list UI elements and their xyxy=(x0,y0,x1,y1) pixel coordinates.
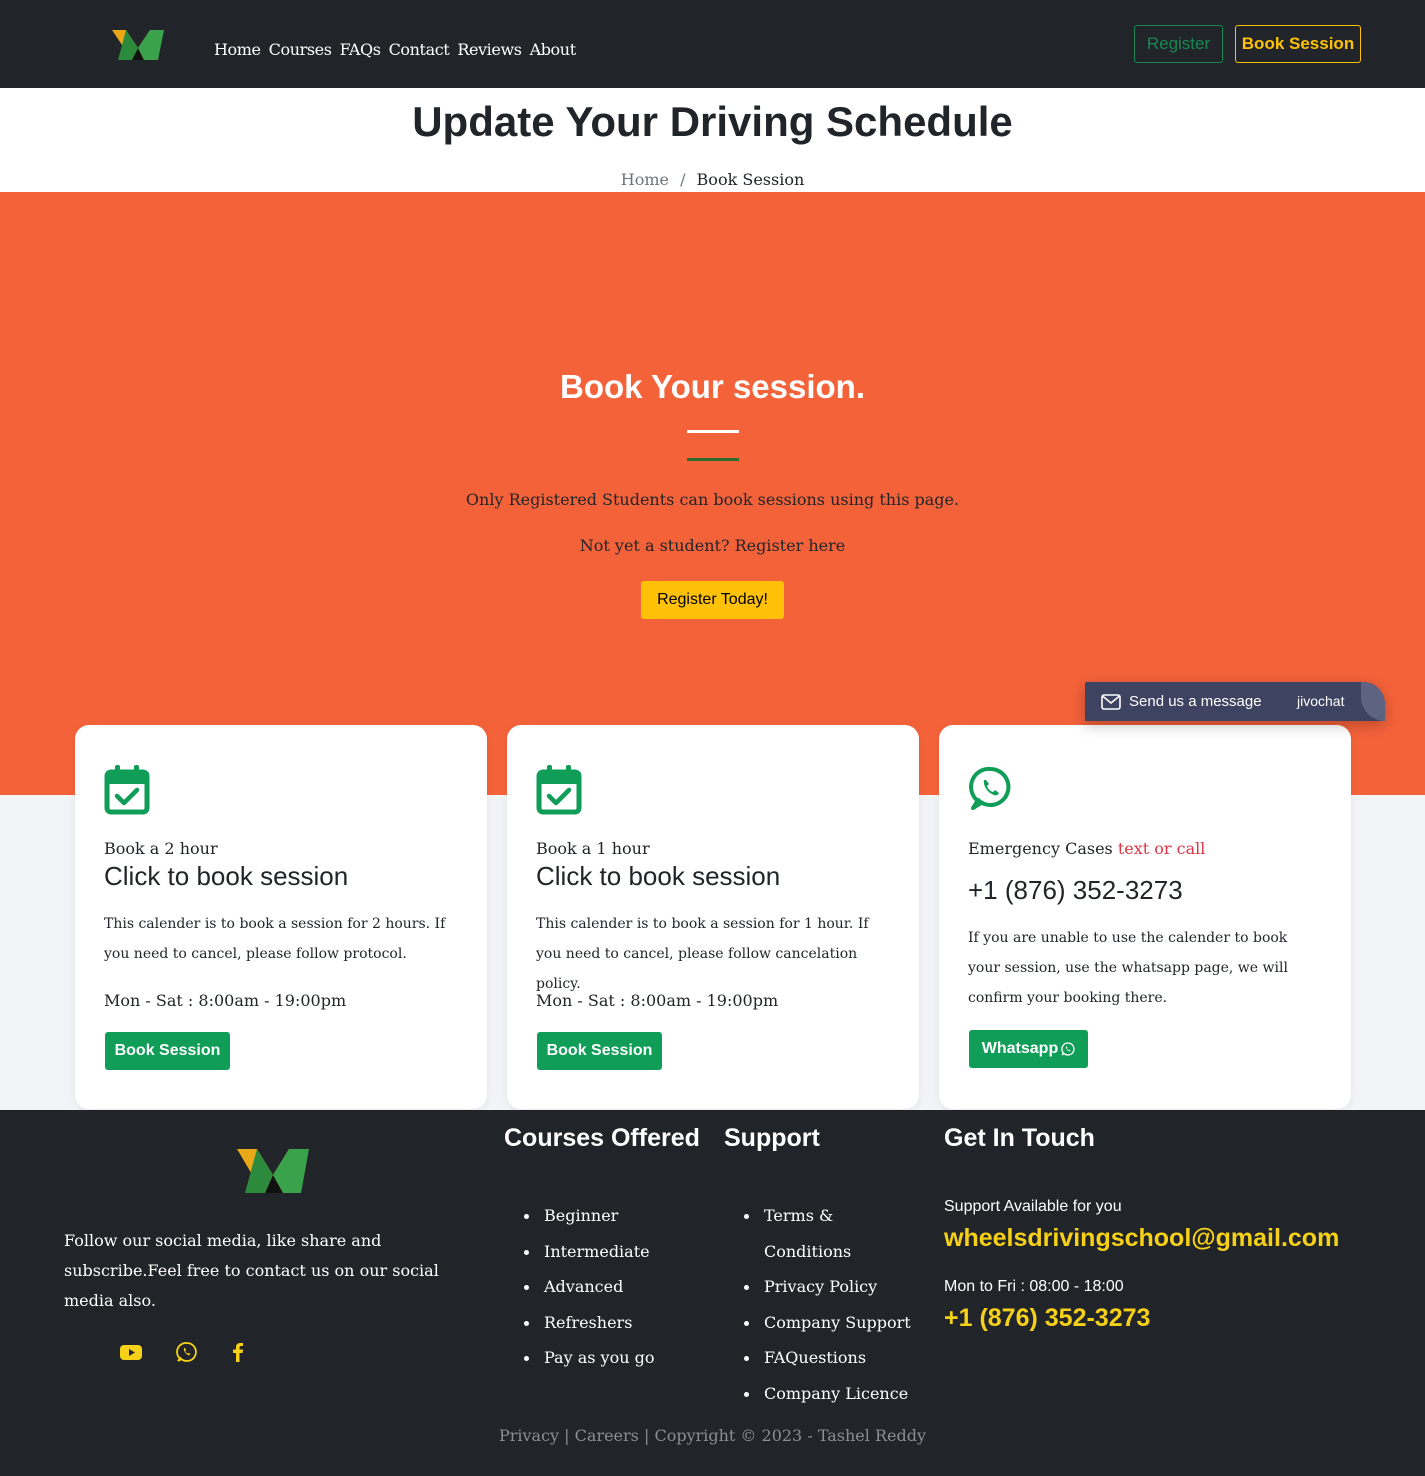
footer: Follow our social media, like share and … xyxy=(0,1110,1425,1476)
support-link-company-support[interactable]: Company Support xyxy=(744,1305,924,1341)
course-link-beginner[interactable]: Beginner xyxy=(524,1198,654,1234)
whatsapp-icon[interactable] xyxy=(175,1340,199,1364)
logo[interactable] xyxy=(112,26,164,62)
emergency-card: Emergency Cases text or call +1 (876) 35… xyxy=(939,725,1351,1109)
nav-link-reviews[interactable]: Reviews xyxy=(457,40,522,59)
contact-phone[interactable]: +1 (876) 352-3273 xyxy=(944,1304,1150,1333)
register-button[interactable]: Register xyxy=(1134,25,1223,63)
course-link-intermediate[interactable]: Intermediate xyxy=(524,1234,654,1270)
book-session-button[interactable]: Book Session xyxy=(105,1032,230,1070)
card-hours: Mon - Sat : 8:00am - 19:00pm xyxy=(536,991,779,1010)
envelope-icon xyxy=(1101,694,1121,710)
support-available-label: Support Available for you xyxy=(944,1198,1122,1215)
whatsapp-icon xyxy=(1061,1042,1075,1056)
breadcrumb-separator: / xyxy=(680,170,686,189)
nav-link-faqs[interactable]: FAQs xyxy=(340,40,381,59)
footer-logo[interactable] xyxy=(237,1143,309,1195)
hero-title: Book Your session. xyxy=(559,368,866,405)
hero-divider-accent xyxy=(687,458,739,461)
nav-link-contact[interactable]: Contact xyxy=(389,40,450,59)
support-link-licence[interactable]: Company Licence xyxy=(744,1376,924,1412)
nav-link-home[interactable]: Home xyxy=(214,40,261,59)
footer-about: Follow our social media, like share and … xyxy=(64,1231,439,1310)
card-description: If you are unable to use the calender to… xyxy=(968,930,1288,1006)
booking-card-1-hour: Book a 1 hour Click to book session This… xyxy=(507,725,919,1109)
support-list: Terms & Conditions Privacy Policy Compan… xyxy=(744,1198,924,1411)
phone-number[interactable]: +1 (876) 352-3273 xyxy=(968,875,1183,906)
book-session-button[interactable]: Book Session xyxy=(537,1032,662,1070)
contact-title: Get In Touch xyxy=(944,1124,1095,1152)
breadcrumb: Home / Book Session xyxy=(0,170,1425,189)
page-title: Update Your Driving Schedule xyxy=(412,98,1013,145)
whatsapp-button[interactable]: Whatsapp xyxy=(969,1030,1088,1068)
course-link-refreshers[interactable]: Refreshers xyxy=(524,1305,654,1341)
facebook-icon[interactable] xyxy=(226,1340,250,1364)
hero-notice: Only Registered Students can book sessio… xyxy=(465,490,960,509)
card-kicker-text: Emergency Cases xyxy=(968,839,1113,858)
card-kicker: Book a 2 hour xyxy=(104,839,218,858)
course-link-advanced[interactable]: Advanced xyxy=(524,1269,654,1305)
nav-links: Home Courses FAQs Contact Reviews About xyxy=(214,40,576,59)
register-today-button[interactable]: Register Today! xyxy=(641,581,784,619)
card-description: This calender is to book a session for 1… xyxy=(536,916,869,992)
card-kicker-accent: text or call xyxy=(1117,839,1206,858)
book-session-button[interactable]: Book Session xyxy=(1235,25,1361,63)
whatsapp-button-label: Whatsapp xyxy=(981,1040,1059,1057)
support-link-terms[interactable]: Terms & Conditions xyxy=(744,1198,924,1269)
card-hours: Mon - Sat : 8:00am - 19:00pm xyxy=(104,991,347,1010)
breadcrumb-current: Book Session xyxy=(696,170,805,189)
support-link-faq[interactable]: FAQuestions xyxy=(744,1340,924,1376)
courses-list: Beginner Intermediate Advanced Refresher… xyxy=(524,1198,654,1376)
contact-email[interactable]: wheelsdrivingschool@gmail.com xyxy=(944,1224,1339,1253)
copyright: Privacy | Careers | Copyright © 2023 - T… xyxy=(498,1426,927,1445)
hero-divider xyxy=(687,430,739,433)
support-link-privacy[interactable]: Privacy Policy xyxy=(744,1269,924,1305)
office-hours: Mon to Fri : 08:00 - 18:00 xyxy=(944,1278,1124,1295)
card-kicker: Emergency Cases text or call xyxy=(968,839,1205,858)
calendar-check-icon xyxy=(536,765,582,815)
card-heading[interactable]: Click to book session xyxy=(104,861,348,892)
nav-link-courses[interactable]: Courses xyxy=(269,40,332,59)
support-title: Support xyxy=(724,1124,820,1152)
chat-brand: jivochat xyxy=(1297,693,1345,709)
calendar-check-icon xyxy=(104,765,150,815)
card-description: This calender is to book a session for 2… xyxy=(104,916,446,962)
youtube-icon[interactable] xyxy=(119,1340,143,1364)
hero-register-prompt[interactable]: Not yet a student? Register here xyxy=(0,536,1425,555)
navbar: Home Courses FAQs Contact Reviews About … xyxy=(0,0,1425,88)
booking-card-2-hour: Book a 2 hour Click to book session This… xyxy=(75,725,487,1109)
course-link-pay-as-you-go[interactable]: Pay as you go xyxy=(524,1340,654,1376)
breadcrumb-home[interactable]: Home xyxy=(621,170,669,189)
card-heading[interactable]: Click to book session xyxy=(536,861,780,892)
card-kicker: Book a 1 hour xyxy=(536,839,650,858)
chat-widget[interactable]: Send us a message jivochat xyxy=(1085,682,1385,721)
courses-title: Courses Offered xyxy=(504,1124,700,1152)
chat-label: Send us a message xyxy=(1129,693,1262,710)
whatsapp-icon xyxy=(969,766,1011,810)
page-header: Update Your Driving Schedule Home / Book… xyxy=(0,88,1425,192)
nav-link-about[interactable]: About xyxy=(530,40,577,59)
